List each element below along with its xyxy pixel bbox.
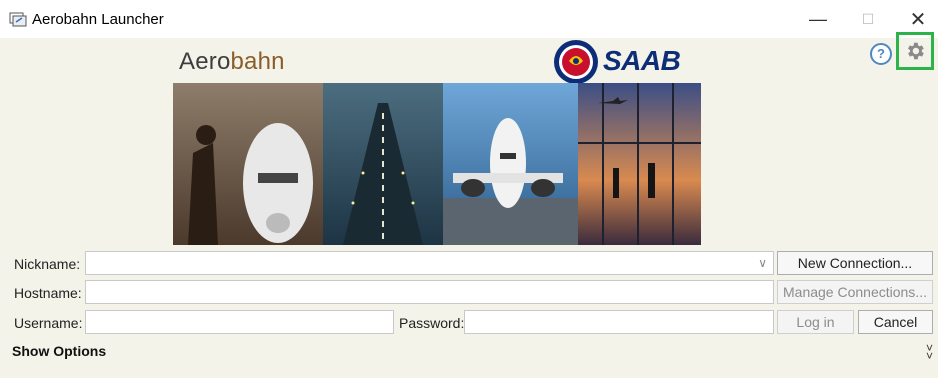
title-bar: Aerobahn Launcher — ☐ ✕	[0, 0, 938, 38]
gear-icon	[908, 42, 924, 60]
username-label: Username:	[14, 315, 83, 331]
minimize-button[interactable]: —	[803, 6, 833, 32]
show-options-toggle[interactable]: Show Options	[12, 343, 106, 359]
new-connection-button[interactable]: New Connection...	[777, 251, 933, 275]
nickname-input[interactable]	[86, 252, 773, 274]
maximize-button[interactable]: ☐	[853, 6, 883, 32]
nickname-combobox[interactable]: ∨	[85, 251, 774, 275]
help-button[interactable]: ?	[870, 43, 892, 65]
product-logo: Aerobahn	[179, 48, 285, 76]
expand-down-icon[interactable]: ˅ ˅	[926, 342, 933, 362]
password-field[interactable]	[464, 310, 774, 334]
hostname-input[interactable]	[86, 281, 773, 303]
cancel-button[interactable]: Cancel	[858, 310, 933, 334]
window-title: Aerobahn Launcher	[32, 11, 164, 28]
login-button[interactable]: Log in	[777, 310, 854, 334]
banner-image	[173, 83, 701, 245]
username-input[interactable]	[86, 311, 393, 333]
hostname-label: Hostname:	[14, 285, 82, 301]
launcher-window: Aerobahn Launcher — ☐ ✕ Aerobahn SAAB ?	[0, 0, 938, 378]
nickname-label: Nickname:	[14, 256, 81, 272]
password-label: Password:	[399, 315, 465, 331]
company-logo-text: SAAB	[603, 45, 681, 76]
password-input[interactable]	[465, 311, 773, 333]
app-icon	[9, 12, 27, 27]
chevron-down-icon[interactable]: ∨	[758, 256, 767, 270]
settings-button[interactable]	[896, 32, 934, 70]
close-button[interactable]: ✕	[903, 6, 933, 32]
username-field[interactable]	[85, 310, 394, 334]
product-name-part2: bahn	[230, 48, 285, 75]
saab-emblem-icon	[554, 40, 598, 84]
manage-connections-button[interactable]: Manage Connections...	[777, 280, 933, 304]
hostname-field[interactable]	[85, 280, 774, 304]
product-name-part1: Aero	[179, 48, 231, 75]
